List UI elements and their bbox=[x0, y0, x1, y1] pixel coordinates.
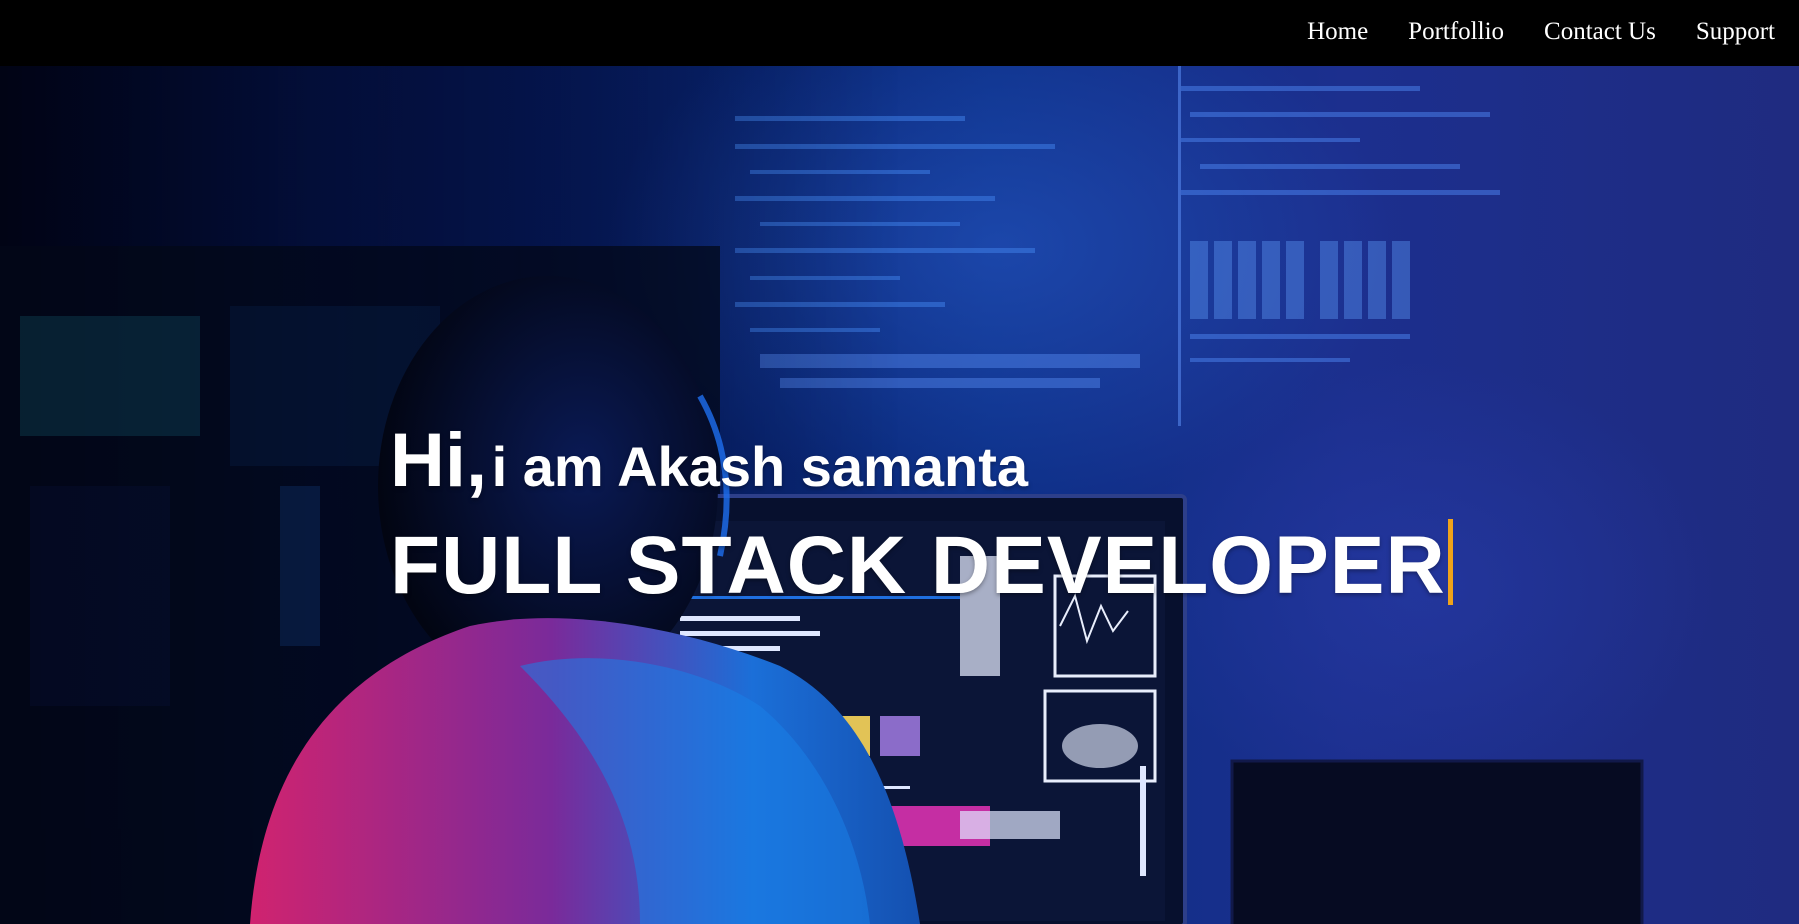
nav-link-home[interactable]: Home bbox=[1307, 18, 1368, 45]
typing-cursor bbox=[1447, 519, 1453, 605]
second-monitor bbox=[1230, 759, 1644, 924]
nav-link-support[interactable]: Support bbox=[1696, 18, 1775, 45]
role-text: FULL STACK DEVELOPER bbox=[390, 520, 1446, 611]
nav-link-portfolio[interactable]: Portfollio bbox=[1408, 18, 1504, 45]
hero-role-title: FULL STACK DEVELOPER bbox=[390, 519, 1453, 612]
nav-link-contact-us[interactable]: Contact Us bbox=[1544, 18, 1656, 45]
greeting-name-text: i am Akash samanta bbox=[491, 435, 1028, 498]
top-navbar: Home Portfollio Contact Us Support bbox=[0, 0, 1799, 66]
hero-intro: Hi, i am Akash samanta FULL STACK DEVELO… bbox=[390, 422, 1453, 612]
hero-greeting: Hi, i am Akash samanta bbox=[390, 422, 1453, 521]
hero-section: Hi, i am Akash samanta FULL STACK DEVELO… bbox=[0, 66, 1799, 924]
greeting-hi-text: Hi, bbox=[390, 418, 488, 503]
nav-links: Home Portfollio Contact Us Support bbox=[1307, 0, 1775, 64]
